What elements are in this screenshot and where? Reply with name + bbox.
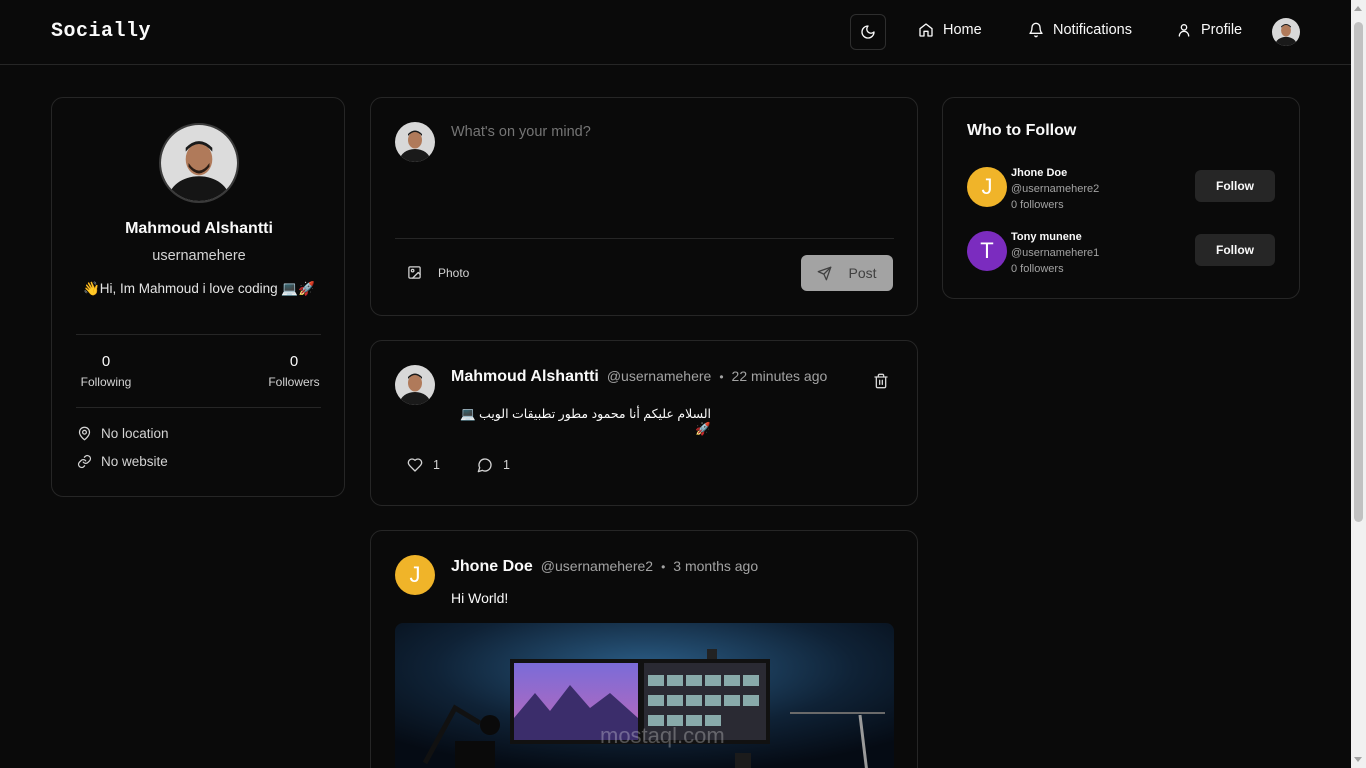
following-label: Following	[80, 375, 132, 389]
location-row: No location	[77, 426, 169, 441]
who-to-follow-title: Who to Follow	[967, 122, 1077, 139]
delete-post-button[interactable]	[873, 373, 889, 389]
suggestion-followers: 0 followers	[1011, 263, 1064, 275]
post-submit-button[interactable]: Post	[801, 255, 893, 291]
followers-stat[interactable]: 0 Followers	[264, 353, 324, 389]
website-row: No website	[77, 454, 168, 469]
profile-bio: 👋Hi, Im Mahmoud i love coding 💻🚀	[82, 281, 315, 296]
nav-home-link[interactable]: Home	[918, 22, 982, 38]
like-button[interactable]: 1	[407, 457, 440, 473]
comment-count: 1	[503, 458, 510, 472]
separator-dot: •	[661, 560, 666, 574]
followers-label: Followers	[268, 375, 320, 389]
website-text: No website	[101, 454, 168, 469]
link-icon	[77, 454, 92, 469]
top-navbar: Socially Home Notifications Profile	[0, 0, 1351, 65]
suggestion-name[interactable]: Tony munene	[1011, 229, 1171, 245]
suggestion-info: Tony munene @usernamehere1 0 followers	[1011, 229, 1171, 277]
profile-card: Mahmoud Alshantti usernamehere 👋Hi, Im M…	[51, 97, 345, 497]
suggestion-name[interactable]: Jhone Doe	[1011, 165, 1171, 181]
post-header: Jhone Doe @usernamehere2 • 3 months ago	[451, 558, 758, 576]
bell-icon	[1028, 22, 1044, 38]
post-card: Mahmoud Alshantti @usernamehere • 22 min…	[370, 340, 918, 506]
followers-count: 0	[289, 353, 299, 370]
nav-notifications-label: Notifications	[1053, 22, 1132, 38]
profile-username: usernamehere	[152, 248, 246, 264]
post-timestamp: 3 months ago	[673, 558, 759, 574]
page-scrollbar[interactable]	[1351, 0, 1366, 768]
photo-label: Photo	[438, 265, 470, 280]
post-timestamp: 22 minutes ago	[731, 368, 828, 384]
avatar-letter: T	[980, 238, 994, 263]
post-image[interactable]: mostaql.com	[395, 623, 894, 768]
comment-button[interactable]: 1	[477, 457, 510, 473]
home-icon	[918, 22, 934, 38]
nav-profile-label: Profile	[1201, 22, 1243, 38]
avatar-letter: J	[981, 174, 993, 199]
profile-avatar[interactable]	[159, 123, 239, 203]
user-icon	[1176, 22, 1192, 38]
suggestion-handle: @usernamehere2	[1011, 183, 1100, 195]
post-content: Hi World!	[451, 590, 509, 606]
suggestion-avatar[interactable]: J	[967, 167, 1007, 207]
profile-name: Mahmoud Alshantti	[125, 220, 273, 237]
post-button-label: Post	[848, 265, 877, 281]
like-count: 1	[433, 458, 440, 472]
nav-notifications-link[interactable]: Notifications	[1028, 22, 1132, 38]
add-photo-button[interactable]: Photo	[407, 265, 469, 280]
scroll-up-arrow-icon[interactable]	[1354, 6, 1362, 11]
composer-avatar	[395, 122, 435, 162]
post-author-avatar[interactable]	[395, 365, 435, 405]
who-to-follow-card: Who to Follow J Jhone Doe @usernamehere2…	[942, 97, 1300, 299]
post-author-handle: @usernamehere2	[540, 558, 654, 574]
location-text: No location	[101, 426, 169, 441]
avatar-letter: J	[409, 562, 421, 587]
suggestion-info: Jhone Doe @usernamehere2 0 followers	[1011, 165, 1171, 213]
image-icon	[407, 265, 422, 280]
map-pin-icon	[77, 426, 92, 441]
message-circle-icon	[477, 457, 493, 473]
post-author-avatar[interactable]: J	[395, 555, 435, 595]
brand-logo[interactable]: Socially	[51, 20, 151, 43]
post-header: Mahmoud Alshantti @usernamehere • 22 min…	[451, 368, 827, 386]
user-avatar-button[interactable]	[1272, 18, 1300, 46]
nav-profile-link[interactable]: Profile	[1176, 22, 1242, 38]
image-watermark: mostaql.com	[600, 723, 725, 748]
post-composer-card: Photo Post	[370, 97, 918, 316]
following-stat[interactable]: 0 Following	[76, 353, 136, 389]
profile-divider-bottom	[76, 407, 321, 408]
profile-divider-top	[76, 334, 321, 335]
scrollbar-thumb[interactable]	[1354, 22, 1363, 522]
suggestion-handle: @usernamehere1	[1011, 247, 1100, 259]
scroll-down-arrow-icon[interactable]	[1354, 757, 1362, 762]
post-content-input[interactable]	[451, 124, 891, 224]
follow-button[interactable]: Follow	[1195, 170, 1275, 202]
post-card: J Jhone Doe @usernamehere2 • 3 months ag…	[370, 530, 918, 768]
suggestion-followers: 0 followers	[1011, 199, 1064, 211]
separator-dot: •	[719, 370, 724, 384]
trash-icon	[873, 373, 889, 389]
suggestion-avatar[interactable]: T	[967, 231, 1007, 271]
post-author-handle: @usernamehere	[606, 368, 712, 384]
moon-icon	[860, 24, 876, 40]
composer-divider	[395, 238, 894, 239]
send-icon	[817, 266, 832, 281]
follow-button[interactable]: Follow	[1195, 234, 1275, 266]
post-content: السلام عليكم أنا محمود مطور تطبيقات الوي…	[460, 407, 711, 436]
nav-home-label: Home	[943, 22, 982, 38]
following-count: 0	[101, 353, 111, 370]
heart-icon	[407, 457, 423, 473]
theme-toggle-button[interactable]	[850, 14, 886, 50]
post-author-name[interactable]: Mahmoud Alshantti	[451, 368, 599, 386]
post-author-name[interactable]: Jhone Doe	[451, 558, 533, 576]
